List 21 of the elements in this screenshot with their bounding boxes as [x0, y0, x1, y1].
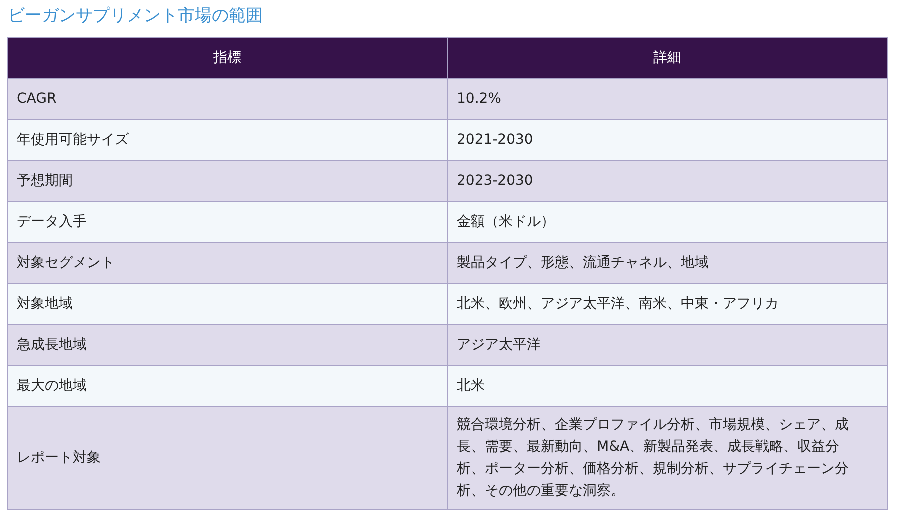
- table-cell: 10.2%: [448, 78, 888, 120]
- column-header: 指標: [8, 38, 448, 78]
- table-cell: 年使用可能サイズ: [8, 120, 448, 160]
- table-cell: 対象セグメント: [8, 242, 448, 284]
- table-cell: アジア太平洋: [448, 324, 888, 366]
- table-cell: 北米、欧州、アジア太平洋、南米、中東・アフリカ: [448, 284, 888, 324]
- table-cell: レポート対象: [8, 406, 448, 510]
- table-cell: データ入手: [8, 202, 448, 242]
- section-title: ビーガンサプリメント市場の範囲: [8, 5, 263, 28]
- table-cell: CAGR: [8, 78, 448, 120]
- table-cell: 金額（米ドル）: [448, 202, 888, 242]
- table-cell: 対象地域: [8, 284, 448, 324]
- table-cell: 2021-2030: [448, 120, 888, 160]
- table-cell: 北米: [448, 366, 888, 406]
- table-cell: 急成長地域: [8, 324, 448, 366]
- table-cell: 予想期間: [8, 160, 448, 202]
- column-header: 詳細: [448, 38, 888, 78]
- table-cell: 2023-2030: [448, 160, 888, 202]
- table-cell: 競合環境分析、企業プロファイル分析、市場規模、シェア、成長、需要、最新動向、M&A、新製品発表、成長戦略、収益分析、ポーター分析、価格分析、規制分析、サプライチェーン分析、その他の重要な洞察。: [448, 406, 888, 510]
- table-cell: 最大の地域: [8, 366, 448, 406]
- table-cell: 製品タイプ、形態、流通チャネル、地域: [448, 242, 888, 284]
